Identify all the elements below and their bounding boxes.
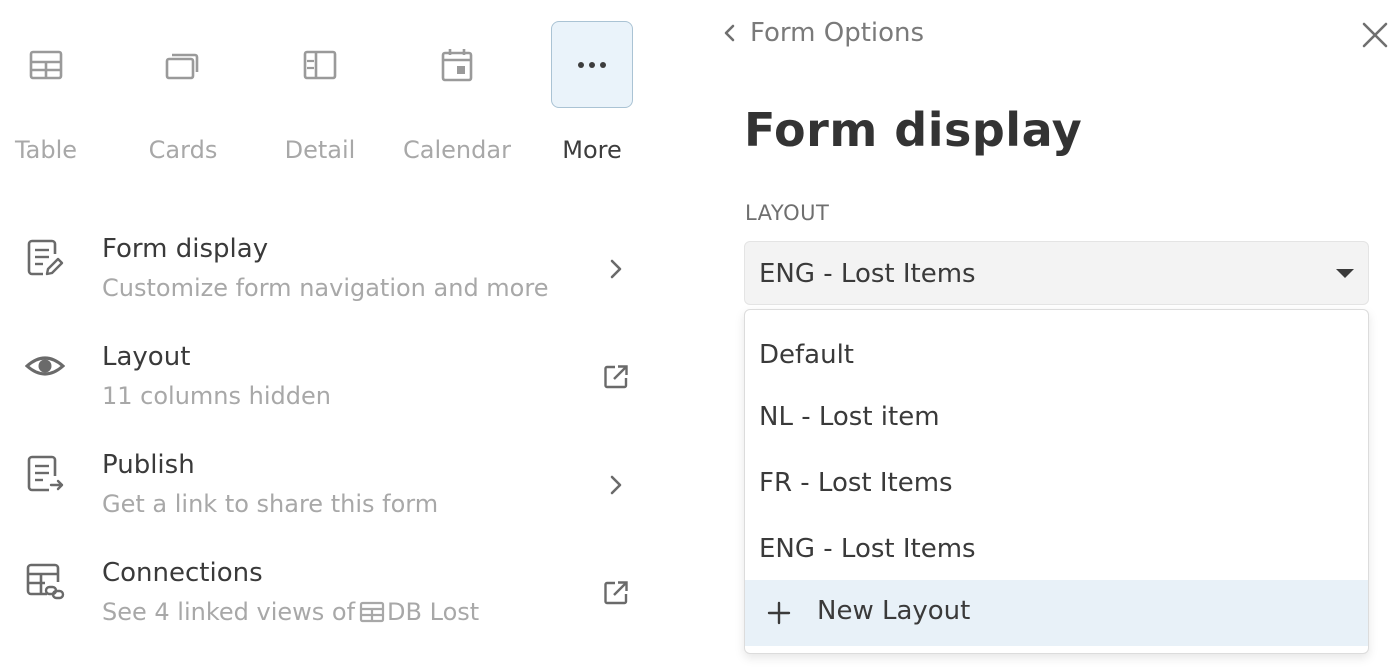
layout-select-value: ENG - Lost Items — [759, 259, 976, 289]
option-label: ENG - Lost Items — [759, 534, 976, 564]
linked-table-name: DB Lost — [387, 598, 480, 626]
layout-option[interactable]: ENG - Lost Items — [745, 518, 1368, 584]
form-options-sidebar: Table Cards Detail Calendar More Form di… — [0, 0, 660, 672]
new-layout-option[interactable]: New Layout — [745, 580, 1368, 646]
close-icon — [1362, 22, 1388, 48]
more-icon — [551, 21, 633, 108]
panel-title: Form display — [744, 103, 1083, 157]
table-icon — [5, 21, 87, 108]
view-label: Table — [14, 136, 78, 164]
eye-icon — [24, 346, 66, 386]
layout-select[interactable]: ENG - Lost Items — [744, 241, 1369, 305]
menu-item-title: Layout — [102, 342, 191, 372]
subtitle-text: See 4 linked views of — [102, 598, 356, 626]
back-button[interactable]: Form Options — [722, 18, 924, 48]
menu-item-title: Form display — [102, 234, 269, 264]
back-label: Form Options — [750, 18, 925, 48]
layout-option[interactable]: FR - Lost Items — [745, 452, 1368, 518]
connections-icon — [25, 562, 65, 602]
external-link-icon — [603, 364, 629, 390]
menu-item-subtitle: Get a link to share this form — [102, 490, 439, 518]
options-menu: Form display Customize form navigation a… — [0, 226, 650, 658]
close-button[interactable] — [1360, 20, 1390, 50]
calendar-icon — [416, 21, 498, 108]
menu-item-title: Publish — [102, 450, 195, 480]
form-display-panel: Form Options Form display LAYOUT ENG - L… — [700, 0, 1400, 672]
menu-item-publish[interactable]: Publish Get a link to share this form — [0, 442, 650, 550]
layout-section-label: LAYOUT — [745, 201, 830, 225]
option-label: Default — [759, 340, 854, 370]
publish-icon — [25, 454, 65, 494]
option-label: NL - Lost item — [759, 402, 940, 432]
menu-item-connections[interactable]: Connections See 4 linked views of DB Lost — [0, 550, 650, 658]
layout-option[interactable]: Default — [745, 324, 1368, 390]
menu-item-subtitle: See 4 linked views of DB Lost — [102, 598, 479, 626]
view-detail[interactable]: Detail — [264, 20, 374, 180]
option-label: New Layout — [817, 596, 971, 626]
view-type-switcher: Table Cards Detail Calendar More — [0, 20, 650, 180]
view-cards[interactable]: Cards — [127, 20, 237, 180]
form-edit-icon — [25, 238, 65, 278]
menu-item-subtitle: Customize form navigation and more — [102, 274, 549, 302]
chevron-right-icon — [603, 472, 629, 498]
menu-item-subtitle: 11 columns hidden — [102, 382, 331, 410]
detail-icon — [279, 21, 361, 108]
external-link-icon — [603, 580, 629, 606]
chevron-right-icon — [603, 256, 629, 282]
table-icon — [359, 601, 385, 623]
menu-item-title: Connections — [102, 558, 263, 588]
view-label: More — [562, 136, 622, 164]
view-calendar[interactable]: Calendar — [401, 20, 511, 180]
menu-item-layout[interactable]: Layout 11 columns hidden — [0, 334, 650, 442]
menu-item-form-display[interactable]: Form display Customize form navigation a… — [0, 226, 650, 334]
caret-down-icon — [1336, 269, 1354, 278]
plus-icon — [767, 601, 791, 625]
view-label: Cards — [148, 136, 218, 164]
view-table[interactable]: Table — [0, 20, 100, 180]
view-label: Calendar — [403, 136, 511, 164]
view-more[interactable]: More — [536, 20, 646, 180]
layout-dropdown-menu: Default NL - Lost item FR - Lost Items E… — [744, 309, 1369, 654]
view-label: Detail — [284, 136, 356, 164]
chevron-left-icon — [724, 24, 735, 42]
layout-option[interactable]: NL - Lost item — [745, 386, 1368, 452]
cards-icon — [142, 21, 224, 108]
option-label: FR - Lost Items — [759, 468, 953, 498]
